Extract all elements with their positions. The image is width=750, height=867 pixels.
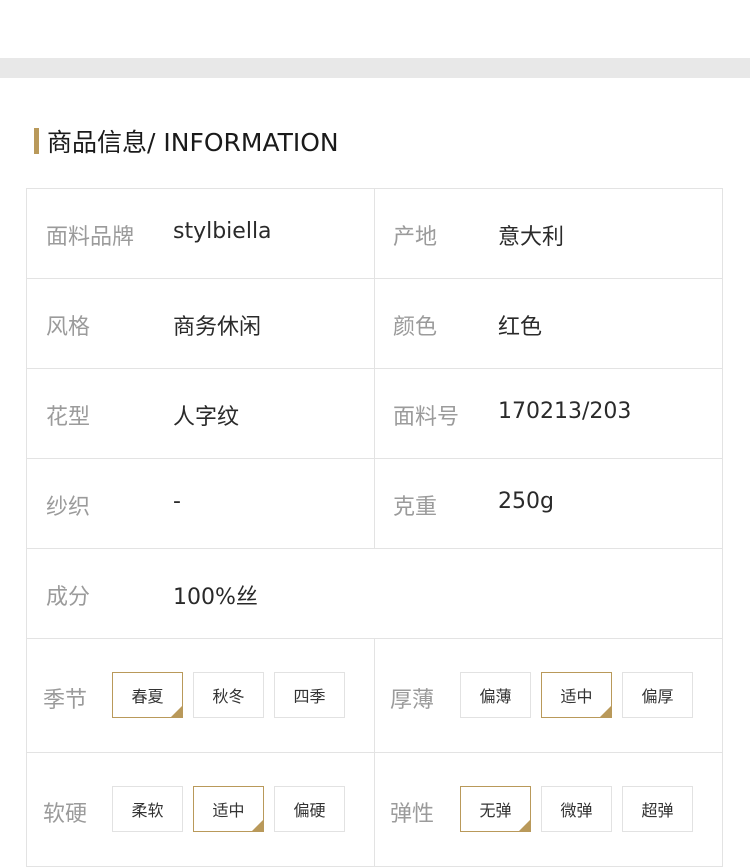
composition-label: 成分: [46, 585, 91, 610]
fabric-no-label: 面料号: [393, 405, 460, 430]
yarn-label: 纱织: [46, 495, 91, 520]
hardness-label: 软硬: [43, 802, 88, 827]
origin-label: 产地: [393, 225, 438, 250]
title-accent-bar: [34, 128, 39, 154]
selected-corner-mark: [599, 705, 612, 718]
thickness-option-3[interactable]: 偏厚: [622, 672, 693, 718]
fabric-no-value: 170213/203: [498, 399, 632, 424]
thickness-option-2[interactable]: 适中: [541, 672, 612, 718]
season-option-3[interactable]: 四季: [274, 672, 345, 718]
spec-row: 成分 100%丝: [26, 548, 723, 638]
top-divider-band: [0, 58, 750, 78]
fabric-brand-label: 面料品牌: [46, 225, 135, 250]
weight-value: 250g: [498, 489, 554, 514]
spec-row: 面料品牌 stylbiella 产地 意大利: [26, 188, 723, 278]
elasticity-label: 弹性: [390, 802, 435, 827]
color-label: 颜色: [393, 315, 438, 340]
thickness-option-1[interactable]: 偏薄: [460, 672, 531, 718]
season-label: 季节: [43, 688, 88, 713]
season-option-1[interactable]: 春夏: [112, 672, 183, 718]
weight-label: 克重: [393, 495, 438, 520]
spec-row: 风格 商务休闲 颜色 红色: [26, 278, 723, 368]
elasticity-option-3[interactable]: 超弹: [622, 786, 693, 832]
yarn-value: -: [173, 489, 181, 514]
pattern-label: 花型: [46, 405, 91, 430]
selected-corner-mark: [518, 819, 531, 832]
spec-row: 花型 人字纹 面料号 170213/203: [26, 368, 723, 458]
selected-corner-mark: [251, 819, 264, 832]
hardness-option-3[interactable]: 偏硬: [274, 786, 345, 832]
spec-row: 纱织 - 克重 250g: [26, 458, 723, 548]
fabric-brand-value: stylbiella: [173, 219, 272, 244]
pattern-value: 人字纹: [173, 405, 240, 430]
section-title: 商品信息/ INFORMATION: [47, 128, 339, 157]
hardness-option-2[interactable]: 适中: [193, 786, 264, 832]
hardness-option-1[interactable]: 柔软: [112, 786, 183, 832]
attribute-row: 季节 春夏 秋冬 四季 厚薄 偏薄 适中 偏厚: [26, 638, 723, 752]
origin-value: 意大利: [498, 225, 565, 250]
thickness-label: 厚薄: [390, 688, 435, 713]
attribute-row: 软硬 柔软 适中 偏硬 弹性 无弹 微弹 超弹: [26, 752, 723, 867]
section-header: 商品信息/ INFORMATION: [34, 126, 339, 157]
elasticity-option-2[interactable]: 微弹: [541, 786, 612, 832]
season-option-2[interactable]: 秋冬: [193, 672, 264, 718]
color-value: 红色: [498, 315, 543, 340]
composition-value: 100%丝: [173, 585, 258, 610]
product-info-table: 面料品牌 stylbiella 产地 意大利 风格 商务休闲 颜色 红色 花型 …: [26, 188, 723, 867]
style-value: 商务休闲: [173, 315, 262, 340]
elasticity-option-1[interactable]: 无弹: [460, 786, 531, 832]
selected-corner-mark: [170, 705, 183, 718]
style-label: 风格: [46, 315, 91, 340]
